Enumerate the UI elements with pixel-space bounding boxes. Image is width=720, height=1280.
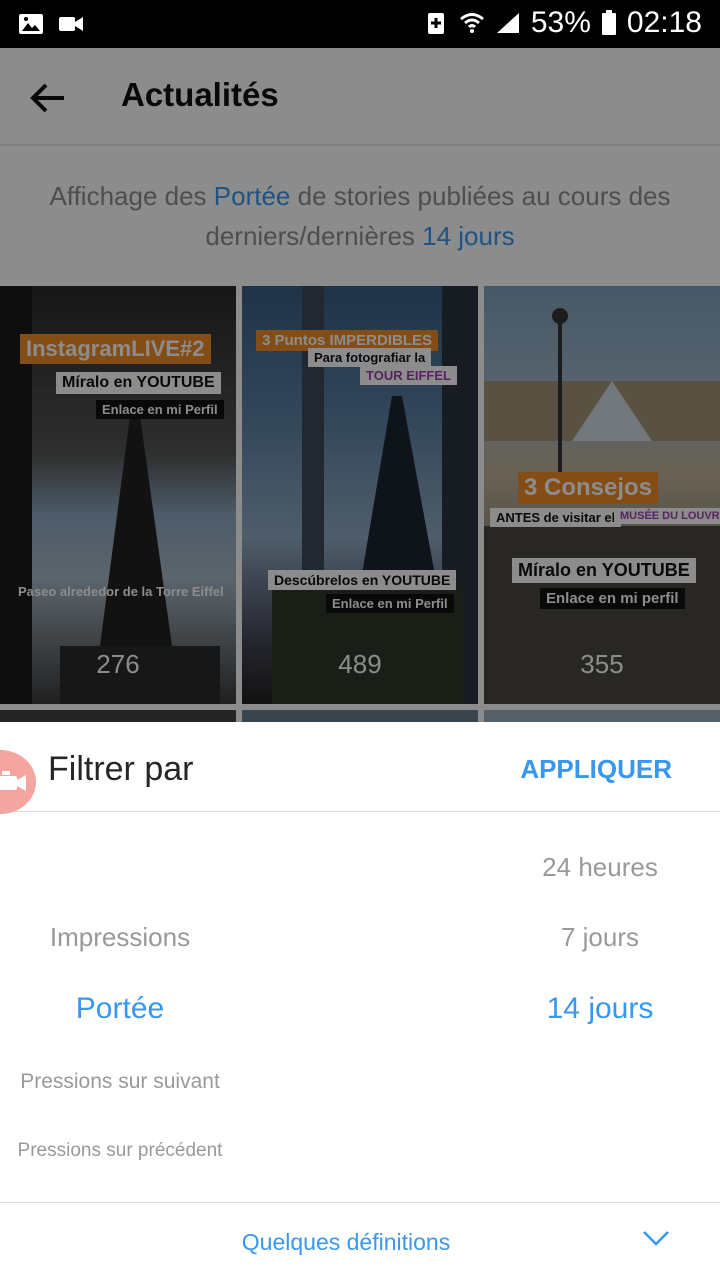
chevron-down-icon[interactable] [642, 1229, 670, 1247]
page-title: Actualités [121, 76, 279, 113]
status-bar: 53% 02:18 [0, 0, 720, 48]
battery-icon [601, 10, 616, 35]
signal-icon [496, 13, 519, 33]
story-chip: Míralo en YOUTUBE [56, 372, 221, 394]
metric-option-reach[interactable]: Portée [0, 992, 240, 1026]
story-chip: 3 Consejos [518, 472, 659, 504]
definitions-footer[interactable]: Quelques définitions [0, 1202, 720, 1280]
filter-sheet: Filtrer par APPLIQUER Impressions Portée… [0, 722, 720, 1280]
story-count: 276 [96, 649, 140, 679]
story-tile[interactable]: 3 Consejos ANTES de visitar el MUSÉE DU … [484, 286, 720, 704]
period-option-14d[interactable]: 14 jours [480, 992, 720, 1026]
sheet-header: Filtrer par APPLIQUER [0, 722, 720, 812]
story-chip: Míralo en YOUTUBE [512, 558, 696, 583]
battery-percent: 53% [530, 6, 591, 39]
back-arrow-icon[interactable] [26, 76, 70, 120]
period-option-24h[interactable]: 24 heures [480, 852, 720, 883]
video-camera-icon [0, 771, 26, 791]
period-option-7d[interactable]: 7 jours [480, 922, 720, 953]
sheet-title: Filtrer par [48, 750, 194, 788]
apply-button[interactable]: APPLIQUER [520, 754, 672, 785]
story-tile[interactable]: 3 Puntos IMPERDIBLES Para fotografiar la… [242, 286, 478, 704]
story-caption: Paseo alrededor de la Torre Eiffel [18, 584, 224, 599]
definitions-link[interactable]: Quelques définitions [0, 1229, 692, 1256]
story-count: 489 [338, 649, 382, 679]
description-period[interactable]: 14 jours [422, 221, 515, 251]
metric-option-impressions[interactable]: Impressions [0, 922, 240, 953]
story-chip: InstagramLIVE#2 [20, 334, 211, 364]
story-chip: Enlace en mi Perfil [96, 400, 224, 419]
story-chip: MUSÉE DU LOUVRE [614, 508, 720, 524]
story-chip: TOUR EIFFEL [360, 366, 457, 385]
metric-option-taps-back[interactable]: Pressions sur précédent [0, 1140, 240, 1162]
story-chip: Enlace en mi Perfil [326, 594, 454, 613]
description-text-1: Affichage des [49, 181, 214, 211]
story-chip: Enlace en mi perfil [540, 588, 685, 609]
story-chip: Para fotografiar la [308, 348, 432, 367]
wifi-icon [459, 13, 484, 33]
story-count: 355 [580, 649, 624, 679]
stories-grid: InstagramLIVE#2 Míralo en YOUTUBE Enlace… [0, 286, 720, 724]
clock: 02:18 [626, 6, 702, 39]
story-tile[interactable]: InstagramLIVE#2 Míralo en YOUTUBE Enlace… [0, 286, 236, 704]
story-chip: ANTES de visitar el [490, 508, 622, 527]
story-chip: Descúbrelos en YOUTUBE [268, 570, 457, 590]
battery-saver-icon [427, 13, 444, 34]
description-metric[interactable]: Portée [214, 181, 291, 211]
image-icon [19, 14, 43, 34]
app-bar: Actualités [0, 48, 720, 146]
video-icon [59, 17, 83, 31]
insights-description: Affichage des Portée de stories publiées… [0, 148, 720, 284]
metric-option-taps-forward[interactable]: Pressions sur suivant [0, 1070, 240, 1094]
